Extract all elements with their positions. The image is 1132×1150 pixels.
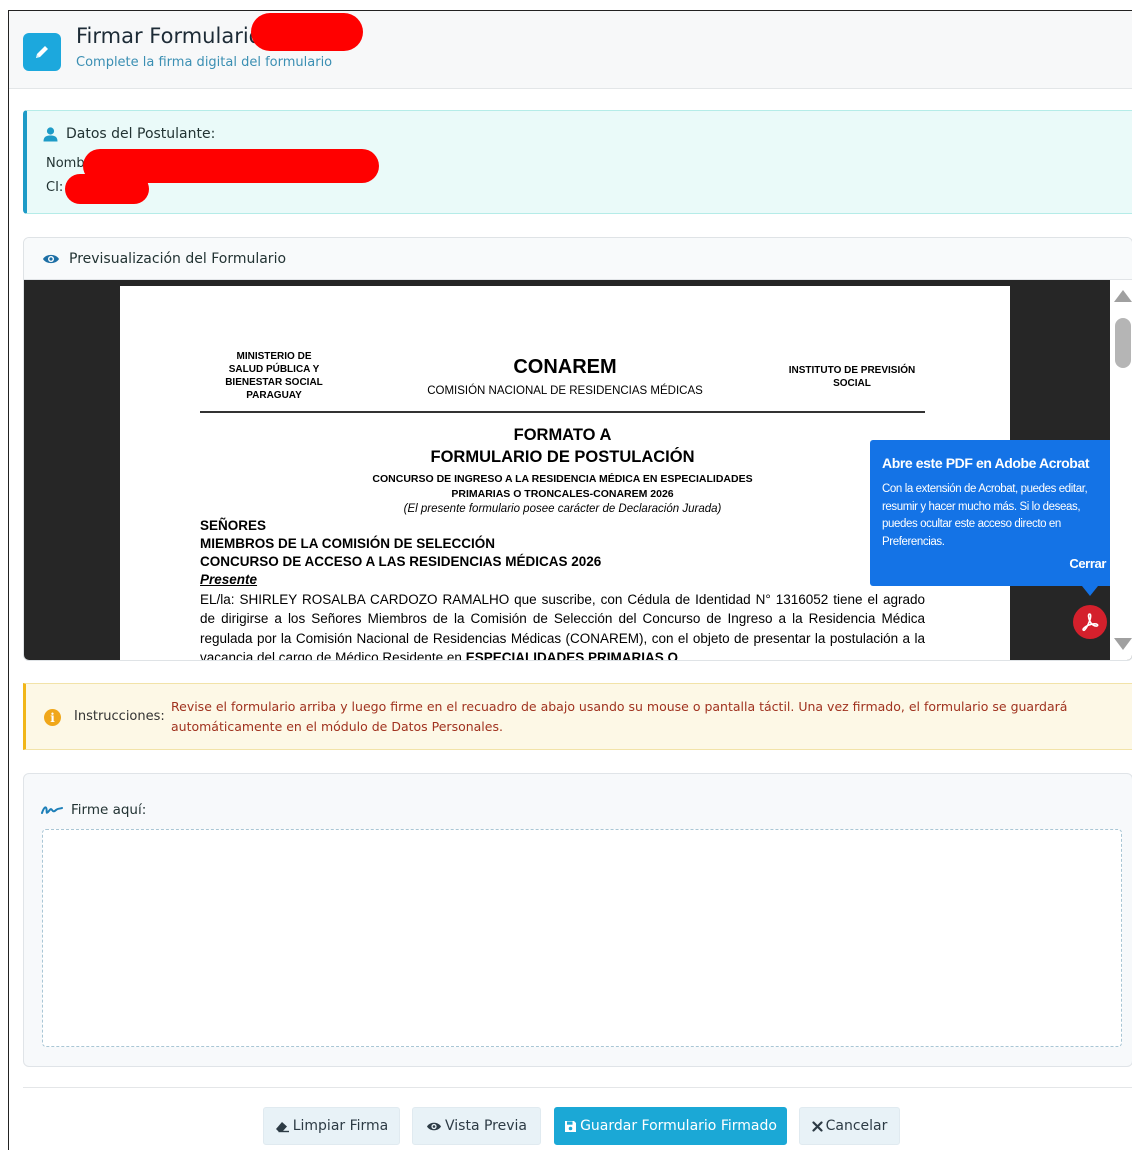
- doc-header-left: MINISTERIO DE SALUD PÚBLICA Y BIENESTAR …: [212, 350, 336, 402]
- doc-miembros: MIEMBROS DE LA COMISIÓN DE SELECCIÓN: [200, 536, 496, 551]
- doc-text: CONCURSO DE INGRESO A LA RESIDENCIA MÉDI…: [372, 473, 753, 485]
- clear-signature-button[interactable]: Limpiar Firma: [263, 1107, 400, 1145]
- doc-senores: SEÑORES: [200, 518, 267, 533]
- redaction-mark: [65, 174, 149, 204]
- instructions-label: Instrucciones:: [74, 709, 165, 724]
- acrobat-popup-close[interactable]: Cerrar: [1069, 556, 1106, 571]
- doc-concurso: CONCURSO DE INGRESO A LA RESIDENCIA MÉDI…: [350, 472, 775, 502]
- applicant-title-text: Datos del Postulante:: [66, 126, 216, 142]
- app-frame: Firmar Formulario a Complete la firma di…: [8, 10, 1132, 1150]
- page-header: Firmar Formulario a Complete la firma di…: [9, 11, 1132, 89]
- page-title: Firmar Formulario a: [76, 24, 282, 48]
- eye-icon: [43, 254, 59, 263]
- floppy-disk-icon: [565, 1120, 577, 1132]
- signature-icon: [41, 806, 63, 814]
- doc-text: INSTITUTO DE PREVISIÓN: [788, 365, 916, 376]
- applicant-ci-label: CI:: [46, 180, 64, 195]
- doc-body: EL/la: SHIRLEY ROSALBA CARDOZO RAMALHO q…: [200, 590, 925, 660]
- pen-icon: [23, 33, 61, 71]
- signature-card: Firme aquí:: [23, 773, 1132, 1067]
- applicant-name-label: Nomb: [46, 156, 85, 171]
- acrobat-icon[interactable]: [1073, 605, 1107, 639]
- doc-org-full: COMISIÓN NACIONAL DE RESIDENCIAS MÉDICAS: [427, 385, 703, 397]
- info-icon: i: [44, 709, 61, 726]
- redaction-mark: [251, 13, 363, 51]
- clear-signature-label: Limpiar Firma: [292, 1118, 389, 1134]
- doc-header-right: INSTITUTO DE PREVISIÓN SOCIAL: [782, 364, 922, 390]
- acrobat-popup: Abre este PDF en Adobe Acrobat Con la ex…: [870, 440, 1118, 586]
- close-icon: [812, 1120, 823, 1132]
- pdf-viewer[interactable]: MINISTERIO DE SALUD PÚBLICA Y BIENESTAR …: [24, 280, 1132, 660]
- save-signed-form-button[interactable]: Guardar Formulario Firmado: [554, 1107, 787, 1145]
- doc-text: MINISTERIO DE: [236, 351, 312, 362]
- applicant-card: Datos del Postulante: Nomb CI:: [23, 110, 1132, 214]
- applicant-title: Datos del Postulante:: [43, 126, 215, 142]
- signature-label: Firme aquí:: [41, 802, 146, 818]
- eraser-icon: [275, 1121, 289, 1132]
- scroll-down-arrow-icon[interactable]: [1114, 638, 1132, 650]
- doc-concurso-acceso: CONCURSO DE ACCESO A LAS RESIDENCIAS MÉD…: [200, 554, 602, 569]
- scroll-up-arrow-icon[interactable]: [1114, 290, 1132, 302]
- pdf-scrollbar[interactable]: [1110, 280, 1132, 660]
- eye-icon: [427, 1122, 441, 1130]
- doc-text: PARAGUAY: [246, 390, 302, 401]
- instructions-alert: i Instrucciones: Revise el formulario ar…: [23, 683, 1132, 750]
- save-button-label: Guardar Formulario Firmado: [580, 1118, 777, 1134]
- doc-formato: FORMATO A: [513, 426, 612, 444]
- doc-org: CONAREM: [513, 356, 617, 378]
- doc-text: BIENESTAR SOCIAL: [225, 377, 323, 388]
- doc-text: PRIMARIAS O TRONCALES-CONAREM 2026: [451, 488, 674, 500]
- form-preview-card: Previsualización del Formulario MINISTER…: [23, 237, 1132, 661]
- doc-presente: Presente: [200, 572, 258, 587]
- preview-header: Previsualización del Formulario: [24, 238, 1132, 280]
- preview-button[interactable]: Vista Previa: [412, 1107, 541, 1145]
- page-subtitle: Complete la firma digital del formulario: [76, 55, 333, 70]
- preview-button-label: Vista Previa: [445, 1118, 527, 1134]
- signature-pad[interactable]: [42, 829, 1122, 1047]
- doc-declaration: (El presente formulario posee carácter d…: [403, 503, 722, 515]
- acrobat-popup-title: Abre este PDF en Adobe Acrobat: [882, 455, 1090, 471]
- doc-divider: [200, 411, 925, 413]
- instructions-text: Revise el formulario arriba y luego firm…: [171, 699, 1068, 734]
- doc-form-title: FORMULARIO DE POSTULACIÓN: [430, 448, 695, 466]
- signature-label-text: Firme aquí:: [71, 802, 147, 818]
- doc-header-center: CONAREM COMISIÓN NACIONAL DE RESIDENCIAS…: [410, 356, 720, 397]
- preview-title: Previsualización del Formulario: [69, 250, 287, 267]
- cancel-button-label: Cancelar: [825, 1118, 888, 1134]
- doc-text: SALUD PÚBLICA Y: [228, 364, 320, 375]
- cancel-button[interactable]: Cancelar: [799, 1107, 900, 1145]
- popup-pointer: [1082, 586, 1098, 596]
- user-icon: [43, 126, 58, 141]
- doc-text: SOCIAL: [833, 378, 871, 389]
- acrobat-popup-body: Con la extensión de Acrobat, puedes edit…: [882, 483, 1088, 548]
- actions-divider: [23, 1087, 1132, 1088]
- doc-body-bold: ESPECIALIDADES PRIMARIAS O: [465, 650, 678, 660]
- scroll-thumb[interactable]: [1115, 318, 1131, 368]
